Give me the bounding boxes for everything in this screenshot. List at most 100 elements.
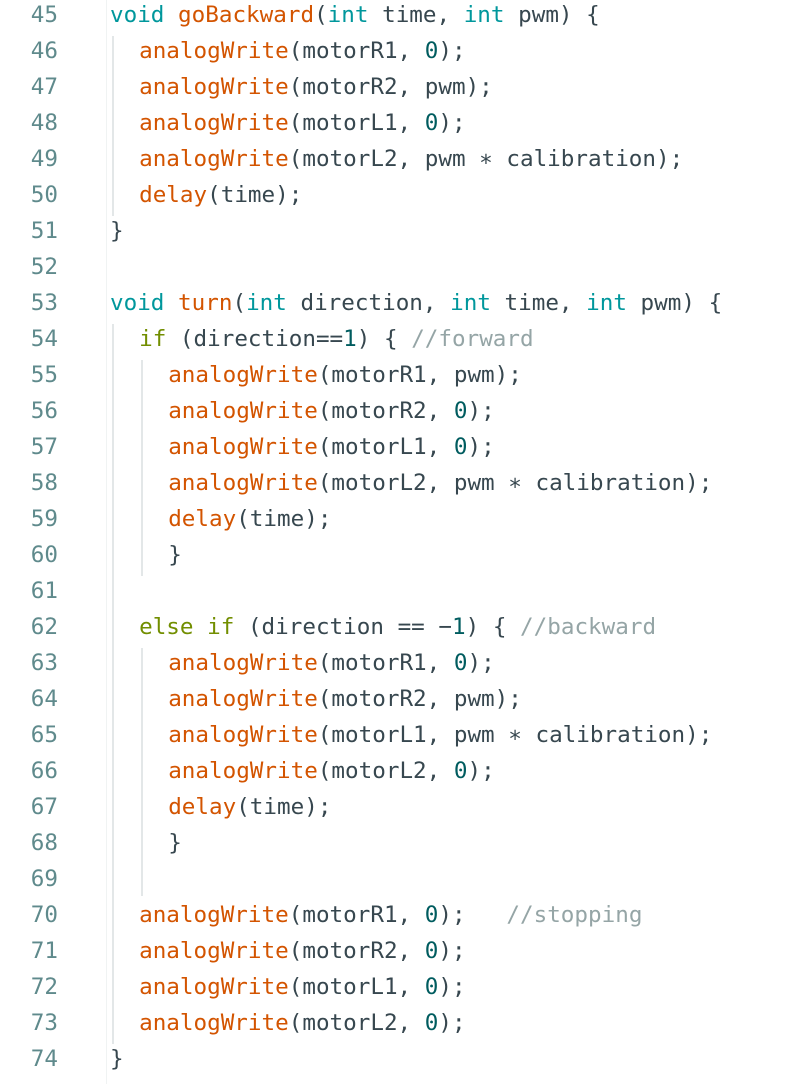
line-number: 74 — [30, 1046, 58, 1072]
number-literal-token: 0 — [424, 110, 439, 136]
function-name-token: delay — [139, 182, 208, 208]
code-content[interactable]: } — [110, 1041, 124, 1077]
code-content[interactable]: analogWrite(motorR1, 0); — [168, 645, 495, 681]
line-number: 50 — [30, 182, 58, 208]
code-content[interactable]: } — [168, 537, 182, 573]
code-text-token: ); — [438, 902, 507, 928]
line-number: 59 — [30, 506, 58, 532]
line-number: 63 — [30, 650, 58, 676]
code-line[interactable]: 60} — [0, 537, 808, 573]
code-content[interactable]: analogWrite(motorL2, pwm ∗ calibration); — [139, 141, 683, 177]
code-editor[interactable]: 45 void goBackward(int time, int pwm) {46… — [0, 0, 808, 1084]
code-line[interactable]: 64 analogWrite(motorR2, pwm); — [0, 681, 808, 717]
code-line[interactable]: 61 — [0, 573, 808, 609]
code-text-token: ) { — [356, 326, 412, 352]
code-content[interactable]: delay(time); — [168, 501, 331, 537]
code-content[interactable]: analogWrite(motorR2, pwm); — [168, 681, 522, 717]
keyword-token: int — [463, 2, 505, 28]
code-line[interactable]: 73 analogWrite(motorL2, 0); — [0, 1005, 808, 1041]
comment-token: //forward — [411, 326, 534, 352]
code-content[interactable]: analogWrite(motorR2, 0); — [168, 393, 495, 429]
line-number: 53 — [30, 290, 58, 316]
code-line[interactable]: 58 analogWrite(motorL2, pwm ∗ calibration… — [0, 465, 808, 501]
function-name-token: goBackward — [178, 2, 315, 28]
code-text-token: (motorR1, pwm); — [317, 362, 522, 388]
code-line[interactable]: 56 analogWrite(motorR2, 0); — [0, 393, 808, 429]
code-line[interactable]: 51} — [0, 213, 808, 249]
number-literal-token: 0 — [453, 434, 468, 460]
code-content[interactable]: void goBackward(int time, int pwm) { — [110, 0, 600, 33]
code-content[interactable]: } — [110, 213, 124, 249]
code-content[interactable]: analogWrite(motorL1, 0); — [139, 969, 466, 1005]
keyword-token: int — [586, 290, 627, 316]
keyword-token: int — [327, 2, 369, 28]
code-line[interactable]: 74} — [0, 1041, 808, 1077]
code-content[interactable]: analogWrite(motorL2, pwm ∗ calibration); — [168, 465, 712, 501]
code-content[interactable]: analogWrite(motorL2, 0); — [139, 1005, 466, 1041]
code-text-token: (motorR1, — [288, 902, 425, 928]
code-content[interactable]: if (direction==1) { //forward — [139, 321, 534, 357]
code-line[interactable]: 63 analogWrite(motorR1, 0); — [0, 645, 808, 681]
function-name-token: analogWrite — [139, 38, 289, 64]
code-content[interactable]: analogWrite(motorL2, 0); — [168, 753, 495, 789]
code-content[interactable]: analogWrite(motorL1, 0); — [168, 429, 495, 465]
code-line[interactable]: 65 analogWrite(motorL1, pwm ∗ calibration… — [0, 717, 808, 753]
code-content[interactable]: delay(time); — [139, 177, 302, 213]
code-line[interactable]: 72 analogWrite(motorL1, 0); — [0, 969, 808, 1005]
code-line[interactable]: 57 analogWrite(motorL1, 0); — [0, 429, 808, 465]
code-content[interactable]: analogWrite(motorR2, pwm); — [139, 69, 493, 105]
code-line[interactable]: 48 analogWrite(motorL1, 0); — [0, 105, 808, 141]
code-line[interactable]: 45 void goBackward(int time, int pwm) { — [0, 0, 808, 33]
code-line[interactable]: 68} — [0, 825, 808, 861]
code-line[interactable]: 59 delay(time); — [0, 501, 808, 537]
code-line[interactable]: 53 void turn(int direction, int time, int… — [0, 285, 808, 321]
line-number: 64 — [30, 686, 58, 712]
code-text-token: (direction == − — [234, 614, 452, 640]
code-line[interactable]: 69 — [0, 861, 808, 897]
code-content[interactable]: analogWrite(motorR1, pwm); — [168, 357, 522, 393]
code-line[interactable]: 66 analogWrite(motorL2, 0); — [0, 753, 808, 789]
code-line[interactable]: 47 analogWrite(motorR2, pwm); — [0, 69, 808, 105]
function-name-token: analogWrite — [139, 938, 289, 964]
line-number: 56 — [30, 398, 58, 424]
code-content[interactable]: analogWrite(motorL1, pwm ∗ calibration); — [168, 717, 712, 753]
code-line[interactable]: 62 else if (direction == −1) { //backward — [0, 609, 808, 645]
number-literal-token: 0 — [453, 398, 468, 424]
function-name-token: analogWrite — [139, 74, 289, 100]
code-content[interactable]: } — [168, 825, 182, 861]
code-line[interactable]: 50 delay(time); — [0, 177, 808, 213]
code-text-token: (motorL1, — [288, 974, 425, 1000]
line-number: 70 — [30, 902, 58, 928]
code-content[interactable]: else if (direction == −1) { //backward — [139, 609, 656, 645]
comment-token: //backward — [520, 614, 657, 640]
control-keyword-token: if — [139, 326, 167, 352]
code-content[interactable]: void turn(int direction, int time, int p… — [110, 285, 722, 321]
code-line[interactable]: 70 analogWrite(motorR1, 0); //stopping — [0, 897, 808, 933]
code-text-token: (motorL2, — [317, 758, 454, 784]
code-content[interactable]: delay(time); — [168, 789, 331, 825]
code-content[interactable]: analogWrite(motorR2, 0); — [139, 933, 466, 969]
code-line[interactable]: 55 analogWrite(motorR1, pwm); — [0, 357, 808, 393]
code-content[interactable]: analogWrite(motorR1, 0); //stopping — [139, 897, 642, 933]
function-name-token: analogWrite — [168, 398, 318, 424]
code-text-token: ) { — [465, 614, 521, 640]
code-content[interactable]: analogWrite(motorR1, 0); — [139, 33, 466, 69]
code-text-token: } — [168, 830, 182, 856]
code-content[interactable]: analogWrite(motorL1, 0); — [139, 105, 466, 141]
code-line[interactable]: 54 if (direction==1) { //forward — [0, 321, 808, 357]
keyword-token: int — [450, 290, 491, 316]
code-line[interactable]: 49 analogWrite(motorL2, pwm ∗ calibration… — [0, 141, 808, 177]
line-number: 46 — [30, 38, 58, 64]
code-text-token: ( — [232, 290, 247, 316]
code-text-token: } — [110, 218, 124, 244]
line-number: 51 — [30, 218, 58, 244]
code-line[interactable]: 52 — [0, 249, 808, 285]
function-name-token: analogWrite — [139, 110, 289, 136]
code-line[interactable]: 71 analogWrite(motorR2, 0); — [0, 933, 808, 969]
code-line[interactable]: 67 delay(time); — [0, 789, 808, 825]
function-name-token: analogWrite — [139, 902, 289, 928]
line-number: 69 — [30, 866, 58, 892]
number-literal-token: 1 — [343, 326, 357, 352]
code-line[interactable]: 46 analogWrite(motorR1, 0); — [0, 33, 808, 69]
code-text-token: direction, — [286, 290, 451, 316]
